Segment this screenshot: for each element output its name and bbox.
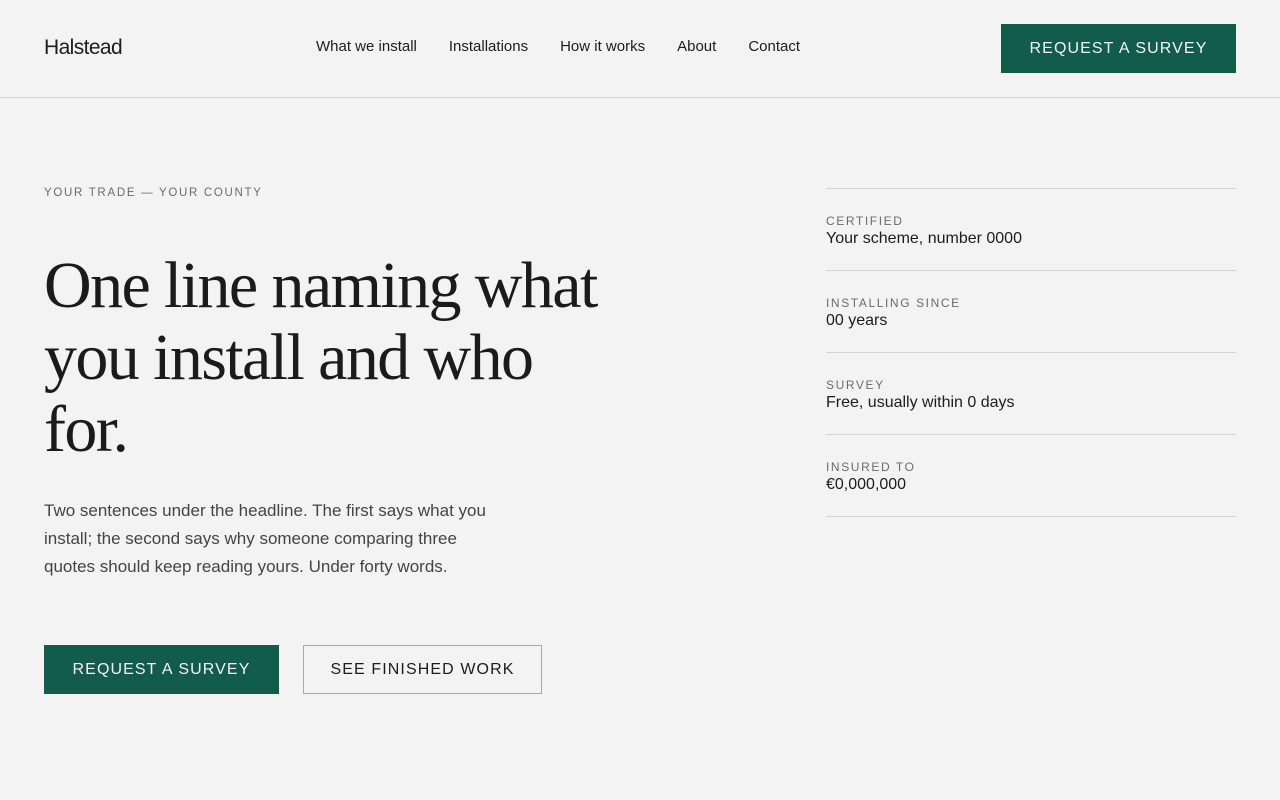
fact-survey: SURVEY Free, usually within 0 days — [826, 353, 1236, 435]
main-nav: What we install Installations How it wor… — [316, 38, 800, 55]
fact-value: 00 years — [826, 312, 888, 329]
facts-list: CERTIFIED Your scheme, number 0000 INSTA… — [826, 188, 1236, 517]
brand-logo[interactable]: Halstead — [44, 36, 123, 60]
fact-value: Free, usually within 0 days — [826, 394, 1015, 411]
header-request-survey-button[interactable]: REQUEST A SURVEY — [1001, 24, 1236, 73]
fact-value: €0,000,000 — [826, 476, 907, 493]
hero-cta-row: REQUEST A SURVEY SEE FINISHED WORK — [44, 645, 542, 694]
fact-label: INSTALLING SINCE — [826, 296, 961, 310]
fact-value: Your scheme, number 0000 — [826, 230, 1022, 247]
hero-headline: One line naming what you install and who… — [44, 249, 598, 466]
fact-label: CERTIFIED — [826, 214, 904, 228]
fact-installing-since: INSTALLING SINCE 00 years — [826, 271, 1236, 353]
fact-label: SURVEY — [826, 378, 885, 392]
see-finished-work-button[interactable]: SEE FINISHED WORK — [303, 645, 542, 694]
fact-label: INSURED TO — [826, 460, 916, 474]
hero-lede: Two sentences under the headline. The fi… — [44, 501, 486, 576]
fact-insured-to: INSURED TO €0,000,000 — [826, 435, 1236, 517]
fact-certified: CERTIFIED Your scheme, number 0000 — [826, 189, 1236, 271]
request-survey-button[interactable]: REQUEST A SURVEY — [44, 645, 279, 694]
hero-eyebrow: YOUR TRADE — YOUR COUNTY — [44, 187, 263, 199]
site-header: Halstead What we install Installations H… — [0, 0, 1280, 98]
nav-item-what-we-install[interactable]: What we install — [316, 38, 417, 55]
nav-item-about[interactable]: About — [677, 38, 716, 55]
nav-item-contact[interactable]: Contact — [748, 38, 800, 55]
nav-item-installations[interactable]: Installations — [449, 38, 528, 55]
nav-item-how-it-works[interactable]: How it works — [560, 38, 645, 55]
